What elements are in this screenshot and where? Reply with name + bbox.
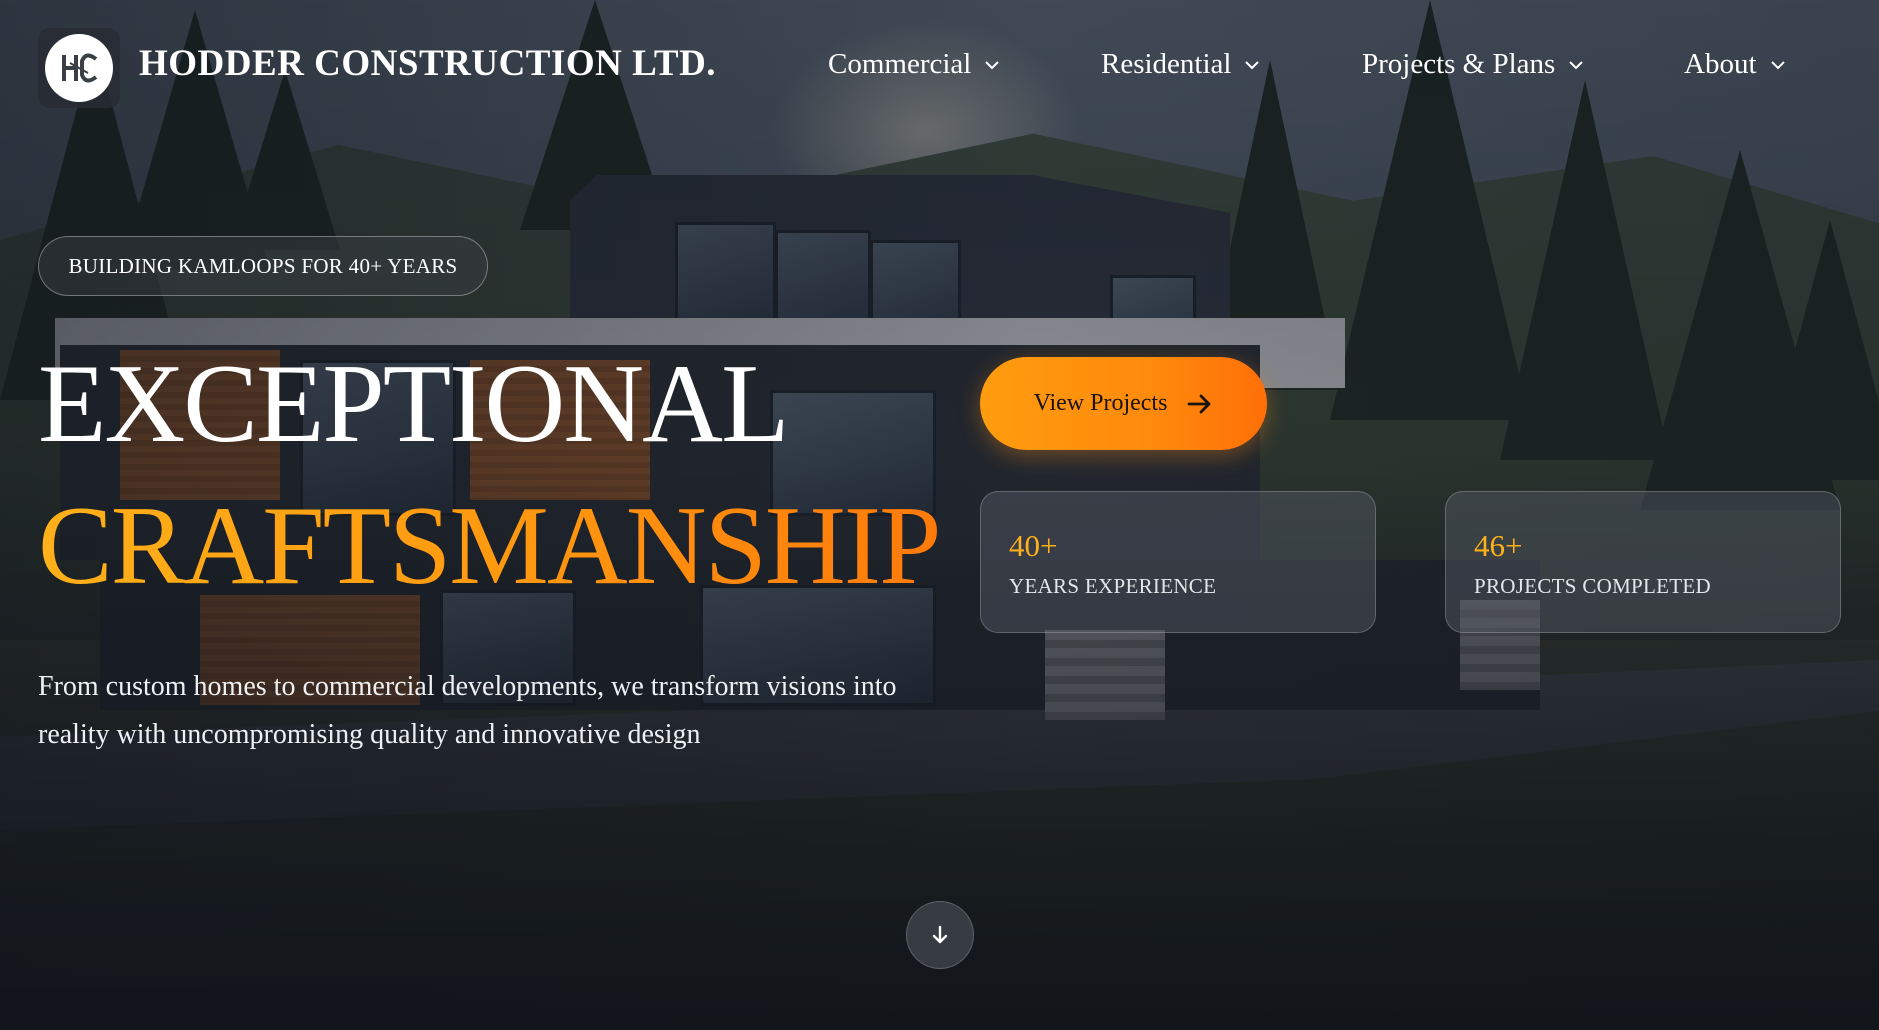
stat-value: 46+	[1474, 528, 1523, 563]
stat-card-experience: 40+ YEARS EXPERIENCE	[980, 491, 1376, 633]
nav-item-label: Commercial	[828, 48, 972, 80]
stat-label: PROJECTS COMPLETED	[1474, 574, 1712, 598]
chevron-down-icon	[1245, 60, 1260, 69]
stat-label: YEARS EXPERIENCE	[1009, 574, 1217, 598]
hero-headline-accent: CRAFTSMANSHIP	[38, 484, 941, 608]
stat-card-projects: 46+ PROJECTS COMPLETED	[1445, 491, 1841, 633]
view-projects-button[interactable]: View Projects	[980, 357, 1267, 450]
nav-item-label: Residential	[1101, 48, 1232, 80]
nav-item-about[interactable]: About	[1684, 48, 1787, 81]
view-projects-label: View Projects	[1033, 390, 1168, 416]
hero-headline-primary: EXCEPTIONAL	[38, 342, 789, 466]
scroll-down-button[interactable]	[906, 901, 974, 969]
hero-badge: BUILDING KAMLOOPS FOR 40+ YEARS	[38, 236, 488, 296]
main-nav: Commercial Residential Projects & Plans …	[0, 48, 1879, 88]
arrow-right-icon	[1188, 394, 1211, 413]
chevron-down-icon	[985, 60, 1000, 69]
nav-item-label: Projects & Plans	[1362, 48, 1556, 80]
nav-item-commercial[interactable]: Commercial	[828, 48, 1001, 81]
chevron-down-icon	[1770, 60, 1785, 69]
hero-lead-text: From custom homes to commercial developm…	[38, 671, 897, 750]
chevron-down-icon	[1569, 60, 1584, 69]
stat-value: 40+	[1009, 528, 1058, 563]
nav-item-projects-plans[interactable]: Projects & Plans	[1362, 48, 1585, 81]
nav-item-label: About	[1684, 48, 1757, 80]
arrow-down-icon	[932, 925, 948, 944]
nav-item-residential[interactable]: Residential	[1101, 48, 1261, 81]
